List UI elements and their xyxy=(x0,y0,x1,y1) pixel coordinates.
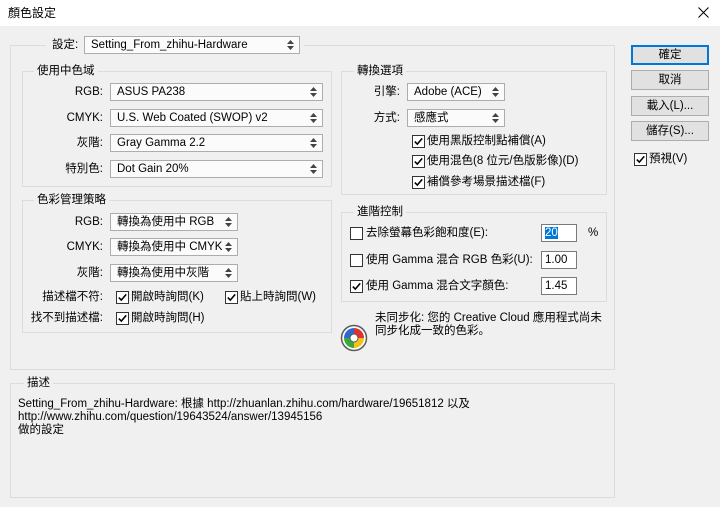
close-icon[interactable] xyxy=(697,6,710,19)
policy-cmyk-label: CMYK: xyxy=(66,241,103,253)
mismatch-ask-open-checkbox[interactable] xyxy=(116,291,129,304)
policy-gray-select[interactable]: 轉換為使用中灰階 xyxy=(110,264,238,282)
checkmark-icon xyxy=(414,178,423,187)
sync-status-text: 未同步化: 您的 Creative Cloud 應用程式尚未 同步化成一致的色彩… xyxy=(375,312,602,338)
updown-arrow-icon xyxy=(225,217,232,227)
save-button[interactable]: 儲存(S)... xyxy=(631,121,709,141)
ok-button[interactable]: 確定 xyxy=(631,45,709,65)
missing-ask-open-label[interactable]: 開啟時詢問(H) xyxy=(131,311,204,325)
blend-text-label[interactable]: 使用 Gamma 混合文字顏色: xyxy=(366,279,508,293)
engine-value: Adobe (ACE) xyxy=(414,86,482,98)
mismatch-ask-paste-checkbox[interactable] xyxy=(225,291,238,304)
window-title: 顏色設定 xyxy=(8,6,57,20)
working-spot-value: Dot Gain 20% xyxy=(117,163,189,175)
working-gray-select[interactable]: Gray Gamma 2.2 xyxy=(110,134,323,152)
blend-text-checkbox[interactable] xyxy=(350,280,363,293)
intent-select[interactable]: 感應式 xyxy=(407,109,505,127)
updown-arrow-icon xyxy=(287,40,294,50)
scene-referred-label[interactable]: 補償參考場景描述檔(F) xyxy=(427,175,545,189)
black-point-label[interactable]: 使用黑版控制點補償(A) xyxy=(427,134,546,148)
description-line: http://www.zhihu.com/question/19643524/a… xyxy=(18,411,323,423)
policy-cmyk-select[interactable]: 轉換為使用中 CMYK xyxy=(110,238,238,256)
cancel-button[interactable]: 取消 xyxy=(631,70,709,90)
color-sync-icon xyxy=(340,324,368,352)
description-line: 做的設定 xyxy=(18,424,64,436)
load-button[interactable]: 載入(L)... xyxy=(631,96,709,116)
advanced-title: 進階控制 xyxy=(354,205,406,219)
working-spaces-title: 使用中色域 xyxy=(34,64,98,78)
updown-arrow-icon xyxy=(310,138,317,148)
working-rgb-select[interactable]: ASUS PA238 xyxy=(110,83,323,101)
blend-rgb-label[interactable]: 使用 Gamma 混合 RGB 色彩(U): xyxy=(366,253,533,267)
preview-checkbox[interactable] xyxy=(634,153,647,166)
blend-rgb-input[interactable]: 1.00 xyxy=(541,251,577,269)
working-spot-select[interactable]: Dot Gain 20% xyxy=(110,160,323,178)
intent-value: 感應式 xyxy=(414,112,449,124)
policy-gray-value: 轉換為使用中灰階 xyxy=(117,267,209,279)
policy-gray-label: 灰階: xyxy=(76,267,103,279)
description-text: Setting_From_zhihu-Hardware: 根據 http://z… xyxy=(18,398,470,437)
engine-label: 引擎: xyxy=(373,86,400,98)
engine-select[interactable]: Adobe (ACE) xyxy=(407,83,505,101)
updown-arrow-icon xyxy=(310,87,317,97)
working-rgb-label: RGB: xyxy=(74,86,103,98)
updown-arrow-icon xyxy=(492,87,499,97)
dither-checkbox[interactable] xyxy=(412,155,425,168)
description-line: Setting_From_zhihu-Hardware: 根據 http://z… xyxy=(18,398,470,410)
policy-rgb-value: 轉換為使用中 RGB xyxy=(117,216,215,228)
checkmark-icon xyxy=(414,157,423,166)
checkmark-icon xyxy=(227,293,236,302)
checkmark-icon xyxy=(414,137,423,146)
working-spot-label: 特別色: xyxy=(65,163,103,175)
desaturate-value: 20 xyxy=(545,227,558,239)
working-gray-label: 灰階: xyxy=(76,137,103,149)
settings-select-value: Setting_From_zhihu-Hardware xyxy=(91,39,248,51)
description-title: 描述 xyxy=(24,376,53,390)
conversion-title: 轉換選項 xyxy=(354,64,406,78)
working-cmyk-value: U.S. Web Coated (SWOP) v2 xyxy=(117,112,268,124)
policy-cmyk-value: 轉換為使用中 CMYK xyxy=(117,241,223,253)
working-rgb-value: ASUS PA238 xyxy=(117,86,186,98)
checkmark-icon xyxy=(636,155,645,164)
updown-arrow-icon xyxy=(310,113,317,123)
working-gray-value: Gray Gamma 2.2 xyxy=(117,137,206,149)
intent-label: 方式: xyxy=(373,112,400,124)
updown-arrow-icon xyxy=(310,164,317,174)
working-cmyk-label: CMYK: xyxy=(66,112,103,124)
updown-arrow-icon xyxy=(225,268,232,278)
policies-title: 色彩管理策略 xyxy=(34,193,109,207)
updown-arrow-icon xyxy=(225,242,232,252)
checkmark-icon xyxy=(118,314,127,323)
desaturate-unit: % xyxy=(588,227,599,239)
sync-status-line: 同步化成一致的色彩。 xyxy=(375,325,490,337)
dither-label[interactable]: 使用混色(8 位元/色版影像)(D) xyxy=(427,154,578,168)
scene-referred-checkbox[interactable] xyxy=(412,176,425,189)
desaturate-label[interactable]: 去除螢幕色彩飽和度(E): xyxy=(366,226,488,240)
black-point-checkbox[interactable] xyxy=(412,135,425,148)
blend-rgb-checkbox[interactable] xyxy=(350,254,363,267)
blend-text-input[interactable]: 1.45 xyxy=(541,277,577,295)
profile-mismatch-label: 描述檔不符: xyxy=(42,291,103,303)
settings-select[interactable]: Setting_From_zhihu-Hardware xyxy=(84,36,300,54)
mismatch-ask-paste-label[interactable]: 貼上時詢問(W) xyxy=(240,290,316,304)
preview-label[interactable]: 預視(V) xyxy=(649,152,687,166)
working-cmyk-select[interactable]: U.S. Web Coated (SWOP) v2 xyxy=(110,109,323,127)
missing-profile-label: 找不到描述檔: xyxy=(30,312,103,324)
policy-rgb-select[interactable]: 轉換為使用中 RGB xyxy=(110,213,238,231)
mismatch-ask-open-label[interactable]: 開啟時詢問(K) xyxy=(131,290,204,304)
desaturate-input[interactable]: 20 xyxy=(541,224,577,242)
policy-rgb-label: RGB: xyxy=(74,216,103,228)
desaturate-checkbox[interactable] xyxy=(350,227,363,240)
missing-ask-open-checkbox[interactable] xyxy=(116,312,129,325)
title-bar: 顏色設定 xyxy=(0,0,720,26)
checkmark-icon xyxy=(352,282,361,291)
settings-label: 設定: xyxy=(52,39,79,51)
checkmark-icon xyxy=(118,293,127,302)
updown-arrow-icon xyxy=(492,113,499,123)
sync-status-line: 未同步化: 您的 Creative Cloud 應用程式尚未 xyxy=(375,312,602,324)
